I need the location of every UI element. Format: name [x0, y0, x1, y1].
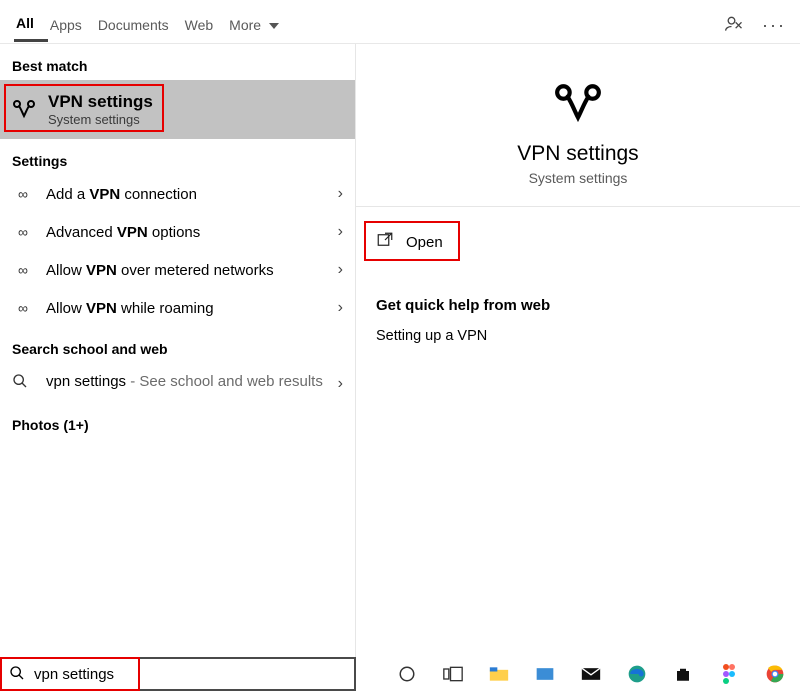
vpn-icon — [553, 80, 603, 130]
tab-more[interactable]: More — [227, 11, 293, 41]
edge-icon[interactable] — [626, 663, 648, 685]
best-match-subtitle: System settings — [48, 112, 153, 127]
chevron-right-icon: › — [338, 373, 343, 393]
more-options-icon[interactable]: ··· — [762, 15, 786, 36]
chevron-down-icon — [269, 23, 279, 29]
app-icon[interactable] — [534, 663, 556, 685]
chevron-right-icon: › — [338, 261, 343, 279]
feedback-icon[interactable] — [724, 14, 744, 37]
search-input[interactable] — [32, 659, 354, 689]
search-web-label: vpn settings - See school and web result… — [46, 373, 338, 390]
vpn-icon: ∞ — [12, 186, 34, 202]
vpn-icon: ∞ — [12, 224, 34, 240]
section-best-match: Best match — [0, 44, 355, 80]
store-icon[interactable] — [672, 663, 694, 685]
search-web-item[interactable]: vpn settings - See school and web result… — [0, 363, 355, 403]
figma-icon[interactable] — [718, 663, 740, 685]
setting-label: Allow VPN while roaming — [46, 300, 338, 317]
cortana-icon[interactable] — [396, 663, 418, 685]
vpn-icon — [12, 98, 36, 122]
section-search-web: Search school and web — [0, 327, 355, 363]
mail-icon[interactable] — [580, 663, 602, 685]
quick-help-header: Get quick help from web — [356, 277, 800, 324]
tab-apps[interactable]: Apps — [48, 11, 96, 41]
search-icon — [2, 665, 32, 684]
vpn-icon: ∞ — [12, 300, 34, 316]
tab-documents[interactable]: Documents — [96, 11, 183, 41]
open-icon — [376, 231, 394, 253]
setting-vpn-roaming[interactable]: ∞ Allow VPN while roaming › — [0, 289, 355, 327]
detail-title: VPN settings — [517, 142, 638, 166]
chrome-icon[interactable] — [764, 663, 786, 685]
open-button[interactable]: Open — [356, 215, 800, 269]
tab-all[interactable]: All — [14, 9, 48, 42]
section-settings: Settings — [0, 139, 355, 175]
setting-advanced-vpn[interactable]: ∞ Advanced VPN options › — [0, 213, 355, 251]
section-photos: Photos (1+) — [0, 403, 355, 439]
taskview-icon[interactable] — [442, 663, 464, 685]
best-match-title: VPN settings — [48, 92, 153, 112]
open-label: Open — [406, 234, 443, 251]
best-match-item[interactable]: VPN settings System settings — [0, 80, 355, 139]
explorer-icon[interactable] — [488, 663, 510, 685]
setting-label: Advanced VPN options — [46, 224, 338, 241]
detail-subtitle: System settings — [529, 170, 628, 186]
setting-label: Add a VPN connection — [46, 186, 338, 203]
taskbar-search-box[interactable] — [0, 657, 356, 691]
search-icon — [12, 373, 34, 392]
tab-web[interactable]: Web — [183, 11, 228, 41]
setting-label: Allow VPN over metered networks — [46, 262, 338, 279]
chevron-right-icon: › — [338, 299, 343, 317]
chevron-right-icon: › — [338, 223, 343, 241]
vpn-icon: ∞ — [12, 262, 34, 278]
setting-vpn-metered[interactable]: ∞ Allow VPN over metered networks › — [0, 251, 355, 289]
chevron-right-icon: › — [338, 185, 343, 203]
setting-add-vpn[interactable]: ∞ Add a VPN connection › — [0, 175, 355, 213]
help-link-setup-vpn[interactable]: Setting up a VPN — [356, 324, 800, 348]
tab-more-label: More — [229, 17, 261, 33]
